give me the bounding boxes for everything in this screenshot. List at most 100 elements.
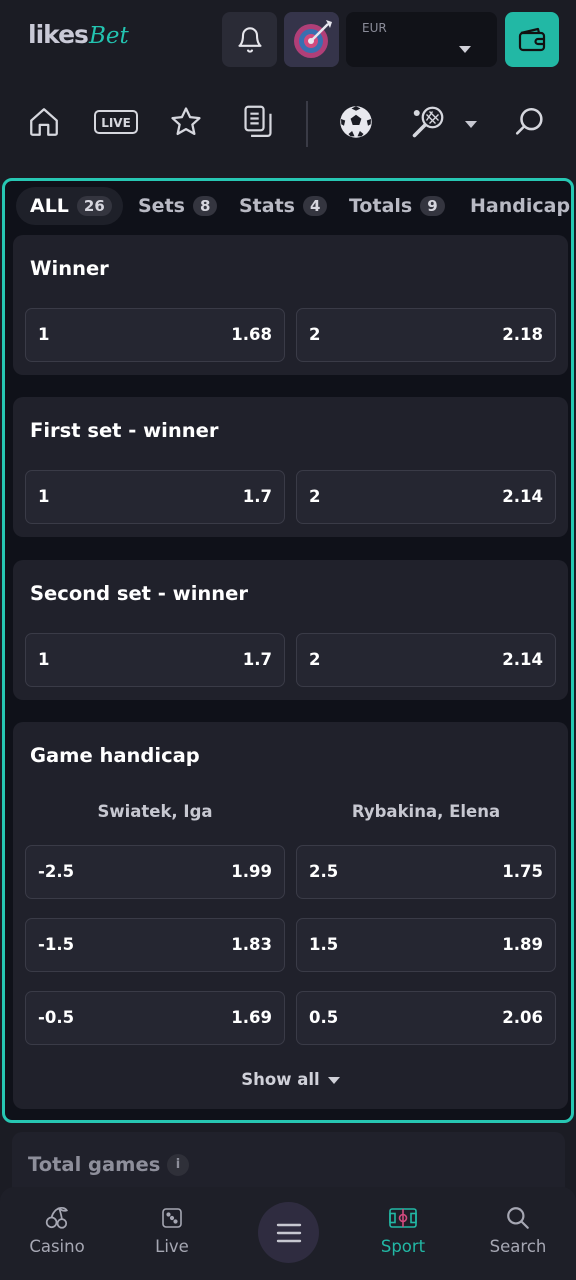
odd-value: 1.7	[242, 487, 272, 506]
avatar[interactable]	[284, 12, 339, 67]
market-winner: Winner 1 1.68 2 2.18	[13, 235, 568, 375]
show-all-label: Show all	[241, 1070, 320, 1089]
nav-divider	[306, 101, 308, 147]
favorites-button[interactable]	[166, 102, 206, 142]
info-icon[interactable]: i	[167, 1154, 189, 1176]
logo[interactable]: likes Bet	[28, 20, 129, 56]
tab-label: ALL	[30, 195, 69, 217]
sport-nav: LIVE	[0, 80, 576, 172]
chevron-down-icon[interactable]	[465, 121, 477, 128]
market-title: Total games	[28, 1153, 161, 1176]
dice-icon	[162, 1208, 182, 1228]
markets-panel: ALL 26 Sets 8 Stats 4 Totals 9 Handicap Winn…	[2, 178, 574, 1123]
odd-button[interactable]: 1.5 1.89	[296, 918, 556, 972]
live-button[interactable]: LIVE	[94, 102, 138, 142]
logo-main: likes	[28, 20, 89, 49]
coupon-button[interactable]	[238, 102, 278, 142]
tab-handicap[interactable]: Handicap	[470, 187, 570, 225]
odd-label: 2	[309, 487, 321, 506]
odd-button[interactable]: 2 2.14	[296, 633, 556, 687]
tab-sets[interactable]: Sets 8	[138, 187, 218, 225]
odd-value: 1.75	[502, 862, 543, 881]
notifications-button[interactable]	[222, 12, 277, 67]
market-tabs: ALL 26 Sets 8 Stats 4 Totals 9 Handicap	[5, 181, 571, 229]
odd-label: 1	[38, 325, 50, 344]
odd-button[interactable]: 2.5 1.75	[296, 845, 556, 899]
bottom-nav-search[interactable]: Search	[473, 1205, 563, 1256]
odd-value: 1.89	[502, 935, 543, 954]
odd-value: 1.68	[231, 325, 272, 344]
tab-label: Totals	[349, 195, 413, 217]
tab-count: 4	[302, 196, 328, 216]
odd-value: 2.14	[502, 650, 543, 669]
odd-label: 0.5	[309, 1008, 339, 1027]
home-button[interactable]	[24, 102, 64, 142]
odd-value: 1.7	[242, 650, 272, 669]
odd-button[interactable]: 1 1.7	[25, 633, 285, 687]
odd-button[interactable]: 1 1.7	[25, 470, 285, 524]
odd-label: 1.5	[309, 935, 339, 954]
odd-value: 1.99	[231, 862, 272, 881]
player-name: Swiatek, Iga	[97, 802, 213, 821]
tab-stats[interactable]: Stats 4	[239, 187, 328, 225]
odd-button[interactable]: -1.5 1.83	[25, 918, 285, 972]
tab-totals[interactable]: Totals 9	[349, 187, 445, 225]
sport-field-icon	[389, 1208, 417, 1228]
market-title: Second set - winner	[30, 582, 248, 605]
market-title: Winner	[30, 257, 109, 280]
odd-value: 1.83	[231, 935, 272, 954]
cherries-icon	[45, 1206, 68, 1229]
search-icon	[515, 107, 543, 135]
bell-icon	[237, 26, 262, 53]
odd-label: 2.5	[309, 862, 339, 881]
tennis-button[interactable]	[408, 102, 448, 142]
soccer-ball-icon	[340, 106, 372, 138]
live-icon: LIVE	[94, 110, 138, 134]
odd-button[interactable]: 2 2.14	[296, 470, 556, 524]
tennis-racket-icon	[412, 106, 444, 138]
live-icon-label: LIVE	[101, 116, 131, 130]
star-icon	[171, 107, 201, 136]
odd-button[interactable]: -2.5 1.99	[25, 845, 285, 899]
home-icon	[30, 108, 58, 136]
market-second-set-winner: Second set - winner 1 1.7 2 2.14	[13, 560, 568, 700]
app-header: likes Bet EUR	[0, 0, 576, 80]
market-game-handicap: Game handicap Swiatek, Iga Rybakina, Ele…	[13, 722, 568, 1109]
bottom-nav-label: Sport	[380, 1237, 426, 1256]
tab-all[interactable]: ALL 26	[16, 187, 123, 225]
wallet-icon	[518, 27, 546, 51]
odd-label: 1	[38, 650, 50, 669]
currency-select[interactable]: EUR	[346, 12, 497, 67]
wallet-button[interactable]	[505, 12, 559, 67]
odd-button[interactable]: 1 1.68	[25, 308, 285, 362]
odd-value: 2.06	[502, 1008, 543, 1027]
odd-button[interactable]: 0.5 2.06	[296, 991, 556, 1045]
bottom-nav-label: Live	[155, 1237, 189, 1256]
soccer-button[interactable]	[336, 102, 376, 142]
search-button[interactable]	[510, 102, 550, 142]
odd-value: 2.18	[502, 325, 543, 344]
odd-label: 2	[309, 325, 321, 344]
logo-accent: Bet	[88, 23, 129, 49]
bottom-nav-label: Search	[489, 1237, 547, 1256]
menu-icon	[276, 1223, 301, 1242]
chevron-down-icon	[327, 1077, 340, 1084]
market-first-set-winner: First set - winner 1 1.7 2 2.14	[13, 397, 568, 537]
tab-label: Sets	[138, 195, 185, 217]
player-name: Rybakina, Elena	[351, 802, 501, 821]
odd-label: 2	[309, 650, 321, 669]
currency-label: EUR	[362, 21, 387, 35]
odd-label: 1	[38, 487, 50, 506]
odd-value: 1.69	[231, 1008, 272, 1027]
show-all-button[interactable]: Show all	[13, 1070, 568, 1089]
main-menu-button[interactable]	[258, 1202, 319, 1263]
bottom-nav-live[interactable]: Live	[127, 1205, 217, 1256]
odd-button[interactable]: -0.5 1.69	[25, 991, 285, 1045]
bottom-nav-sport[interactable]: Sport	[358, 1205, 448, 1256]
tab-count: 26	[76, 196, 112, 216]
bottom-nav-casino[interactable]: Casino	[12, 1205, 102, 1256]
odd-value: 2.14	[502, 487, 543, 506]
odd-button[interactable]: 2 2.18	[296, 308, 556, 362]
market-title: First set - winner	[30, 419, 219, 442]
tab-label: Handicap	[470, 195, 571, 217]
